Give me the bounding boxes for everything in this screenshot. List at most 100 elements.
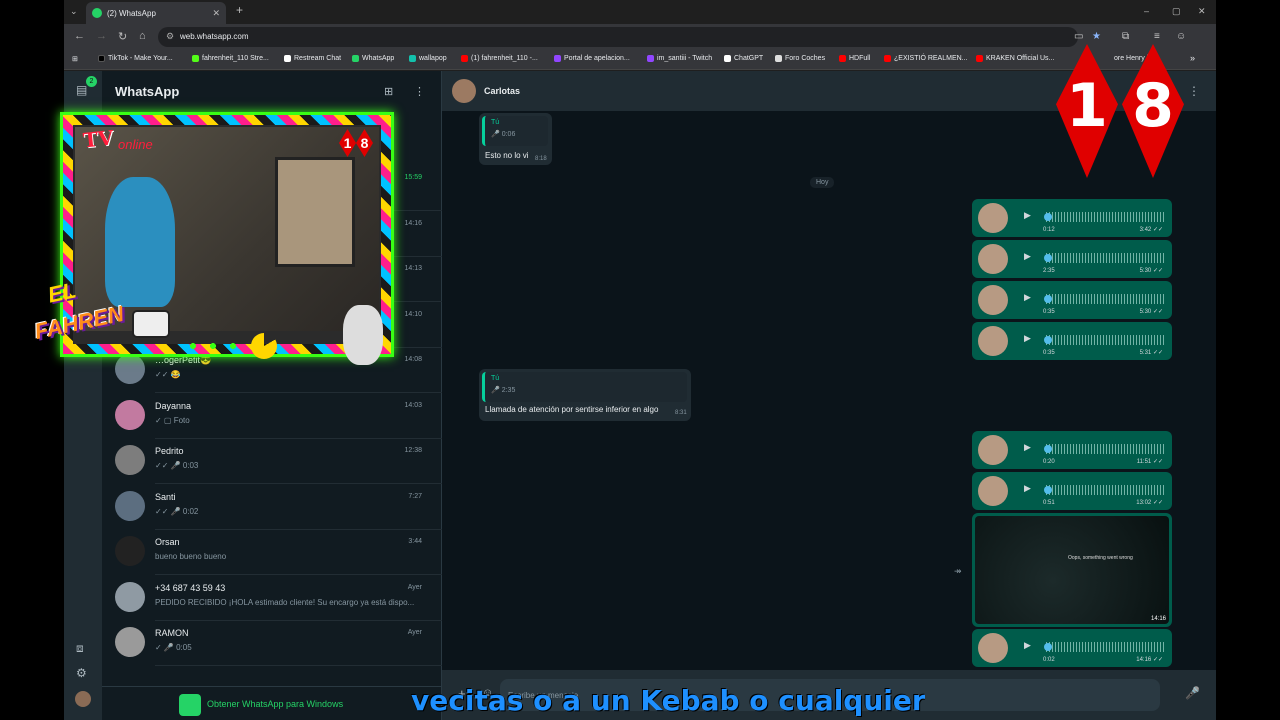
incoming-message[interactable]: Tú 🎤 2:35 Llamada de atención por sentirs… bbox=[479, 369, 691, 421]
forward-icon[interactable]: → bbox=[96, 30, 107, 42]
voice-time: 11:51 ✓✓ bbox=[1136, 459, 1163, 465]
chat-avatar[interactable] bbox=[115, 445, 145, 475]
contact-avatar[interactable] bbox=[452, 79, 476, 103]
chat-time: 14:13 bbox=[404, 265, 422, 272]
more-bookmarks-icon[interactable]: » bbox=[1190, 53, 1195, 63]
play-icon[interactable]: ▶ bbox=[1024, 442, 1031, 453]
outgoing-voice-note[interactable]: ▶ 2:35 5:30 ✓✓ bbox=[972, 240, 1172, 278]
chats-icon[interactable]: ▤ bbox=[76, 83, 87, 97]
waveform[interactable] bbox=[1046, 485, 1164, 495]
incoming-message[interactable]: Tú 🎤 0:06 Esto no lo vi 8:18 bbox=[479, 113, 552, 165]
get-app-banner[interactable]: Obtener WhatsApp para Windows bbox=[102, 686, 442, 720]
chat-row[interactable]: Dayanna ✓ ▢ Foto 14:03 bbox=[102, 394, 442, 439]
stream-subtitle: vecitas o a un Kebab o cualquier otra co… bbox=[411, 684, 925, 717]
play-icon[interactable]: ▶ bbox=[1024, 483, 1031, 494]
message-time: 8:31 bbox=[675, 410, 687, 416]
new-tab-icon[interactable]: + bbox=[236, 3, 243, 17]
chat-row[interactable]: RAMON ✓ 🎤 0:05 Ayer bbox=[102, 621, 442, 666]
site-info-icon[interactable]: ⚙ bbox=[166, 31, 174, 42]
bookmark-5[interactable]: (1) fahrenheit_110 -... bbox=[461, 55, 538, 62]
profile-icon[interactable]: ☺ bbox=[1176, 31, 1186, 42]
bookmark-6[interactable]: Portal de apelacion... bbox=[554, 55, 630, 62]
new-chat-icon[interactable]: ⊞ bbox=[384, 85, 393, 98]
seek-knob[interactable] bbox=[1044, 643, 1052, 651]
chat-row[interactable]: Pedrito ✓✓ 🎤 0:03 12:38 bbox=[102, 439, 442, 484]
outgoing-voice-note[interactable]: ▶ 0:35 5:30 ✓✓ bbox=[972, 281, 1172, 319]
cast-icon[interactable]: ▭ bbox=[1074, 31, 1083, 42]
chat-row[interactable]: +34 687 43 59 43 PEDIDO RECIBIDO ¡HOLA es… bbox=[102, 576, 442, 621]
outgoing-voice-note[interactable]: ▶ 0:51 13:02 ✓✓ bbox=[972, 472, 1172, 510]
extensions-icon[interactable]: ⧉ bbox=[1122, 31, 1129, 42]
seek-knob[interactable] bbox=[1044, 254, 1052, 262]
close-window-icon[interactable]: ✕ bbox=[1198, 6, 1206, 17]
bookmark-8[interactable]: ChatGPT bbox=[724, 55, 763, 62]
seek-knob[interactable] bbox=[1044, 486, 1052, 494]
play-icon[interactable]: ▶ bbox=[1024, 640, 1031, 651]
play-icon[interactable]: ▶ bbox=[1024, 333, 1031, 344]
close-tab-icon[interactable]: ✕ bbox=[212, 8, 220, 19]
message-text: Esto no lo vi bbox=[485, 151, 529, 160]
play-icon[interactable]: ▶ bbox=[1024, 251, 1031, 262]
pacman-icon bbox=[251, 333, 277, 359]
home-icon[interactable]: ⌂ bbox=[139, 30, 146, 42]
play-icon[interactable]: ▶ bbox=[1024, 292, 1031, 303]
image-message[interactable]: Oops, something went wrong 14:16 bbox=[972, 513, 1172, 627]
chat-avatar[interactable] bbox=[115, 399, 145, 430]
outgoing-voice-note[interactable]: ▶ 0:02 14:16 ✓✓ bbox=[972, 629, 1172, 667]
tv-label: TV bbox=[81, 125, 115, 153]
quoted-voice-note[interactable]: Tú 🎤 0:06 bbox=[482, 116, 548, 146]
bookmark-7[interactable]: im_santiii - Twitch bbox=[647, 55, 712, 62]
play-icon[interactable]: ▶ bbox=[1024, 210, 1031, 221]
waveform[interactable] bbox=[1046, 642, 1164, 652]
chat-row[interactable]: Santi ✓✓ 🎤 0:02 7:27 bbox=[102, 485, 442, 530]
tab-whatsapp[interactable]: (2) WhatsApp ✕ bbox=[86, 2, 226, 24]
chat-time: 14:16 bbox=[404, 219, 422, 227]
chat-avatar[interactable] bbox=[115, 627, 145, 657]
seek-knob[interactable] bbox=[1044, 295, 1052, 303]
chat-row[interactable]: Orsan bueno bueno bueno 3:44 bbox=[102, 530, 442, 575]
conversation-menu-icon[interactable]: ⋮ bbox=[1188, 84, 1200, 98]
chat-preview: ✓ ▢ Foto bbox=[155, 415, 190, 425]
seek-knob[interactable] bbox=[1044, 213, 1052, 221]
waveform[interactable] bbox=[1046, 444, 1164, 454]
chat-avatar[interactable] bbox=[115, 536, 145, 566]
waveform[interactable] bbox=[1046, 253, 1164, 263]
quoted-voice-note[interactable]: Tú 🎤 2:35 bbox=[482, 372, 687, 402]
outgoing-voice-note[interactable]: ▶ 0:12 3:42 ✓✓ bbox=[972, 199, 1172, 237]
bookmark-11[interactable]: ¿EXISTIÓ REALMEN... bbox=[884, 55, 968, 62]
sidebar-menu-icon[interactable]: ⋮ bbox=[414, 85, 425, 98]
mic-icon[interactable]: 🎤 bbox=[1185, 686, 1200, 700]
apps-icon[interactable]: ⊞ bbox=[72, 55, 78, 63]
outgoing-voice-note[interactable]: ▶ 0:20 11:51 ✓✓ bbox=[972, 431, 1172, 469]
bookmark-9[interactable]: Foro Coches bbox=[775, 55, 825, 62]
bookmark-3[interactable]: WhatsApp bbox=[352, 55, 394, 62]
bookmark-1[interactable]: fahrenheit_110 Stre... bbox=[192, 55, 269, 62]
media-icon[interactable]: ⧈ bbox=[76, 641, 84, 656]
contact-name[interactable]: Carlotas bbox=[484, 86, 520, 96]
profile-avatar[interactable] bbox=[75, 691, 91, 707]
bookmark-2[interactable]: Restream Chat bbox=[284, 55, 341, 62]
waveform[interactable] bbox=[1046, 294, 1164, 304]
back-icon[interactable]: ← bbox=[74, 30, 85, 42]
minimize-icon[interactable]: – bbox=[1144, 6, 1149, 16]
seek-knob[interactable] bbox=[1044, 445, 1052, 453]
bookmark-star-icon[interactable]: ★ bbox=[1092, 31, 1101, 42]
bookmark-4[interactable]: wallapop bbox=[409, 55, 447, 62]
settings-gear-icon[interactable]: ⚙ bbox=[76, 666, 87, 680]
maximize-icon[interactable]: ▢ bbox=[1172, 6, 1181, 17]
chat-avatar[interactable] bbox=[115, 581, 145, 612]
url-field[interactable]: ⚙ web.whatsapp.com bbox=[158, 27, 1078, 47]
bookmark-10[interactable]: HDFull bbox=[839, 55, 870, 62]
bookmark-0[interactable]: TikTok - Make Your... bbox=[98, 55, 173, 62]
forward-icon[interactable]: ↠ bbox=[954, 566, 962, 577]
tab-search-icon[interactable]: ⌄ bbox=[70, 6, 78, 17]
bookmark-12[interactable]: KRAKEN Official Us... bbox=[976, 55, 1054, 62]
seek-knob[interactable] bbox=[1044, 336, 1052, 344]
waveform[interactable] bbox=[1046, 212, 1164, 222]
reload-icon[interactable]: ↻ bbox=[118, 30, 127, 43]
waveform[interactable] bbox=[1046, 335, 1164, 345]
image-thumbnail[interactable] bbox=[975, 516, 1169, 624]
chat-avatar[interactable] bbox=[115, 490, 145, 521]
outgoing-voice-note[interactable]: ▶ 0:35 5:31 ✓✓ bbox=[972, 322, 1172, 360]
menu-icon[interactable]: ≡ bbox=[1154, 31, 1160, 42]
